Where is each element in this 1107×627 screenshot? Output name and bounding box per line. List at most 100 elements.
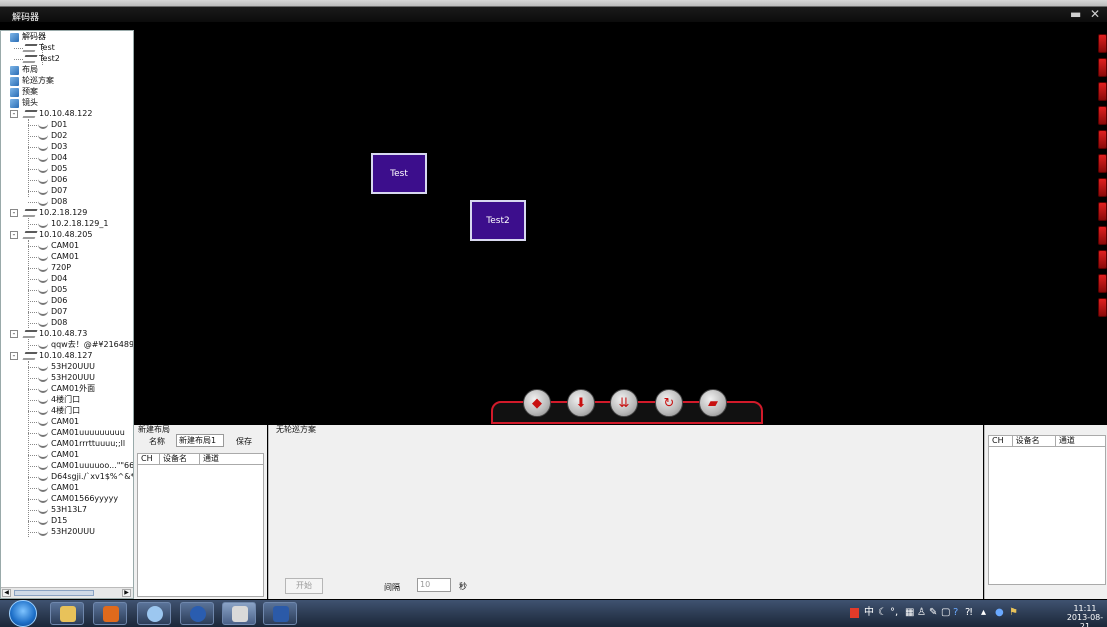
ime-punct-icon[interactable]: °,: [890, 608, 898, 618]
decoder-app-icon[interactable]: [222, 602, 256, 625]
network-status-icon[interactable]: ●: [995, 608, 1004, 618]
ime-tool-icon[interactable]: ✎: [929, 608, 937, 618]
tree-node[interactable]: 10.10.48.122: [22, 109, 92, 119]
red-tool-icon[interactable]: [1098, 154, 1107, 173]
tree-node[interactable]: D15: [38, 516, 67, 526]
close-icon[interactable]: ✕: [1090, 8, 1100, 20]
tree-node[interactable]: D08: [38, 318, 67, 328]
tree-node[interactable]: CAM01rrrttuuuu;;ll: [38, 439, 125, 449]
tree-node[interactable]: 4楼门口: [38, 395, 80, 405]
red-tool-icon[interactable]: [1098, 298, 1107, 317]
tree-node[interactable]: D05: [38, 285, 67, 295]
tree-node[interactable]: Test: [22, 43, 55, 53]
explorer-icon[interactable]: [50, 602, 84, 625]
media-player-icon[interactable]: [93, 602, 127, 625]
collapse-toggle-icon[interactable]: -: [10, 231, 18, 239]
tree-node[interactable]: D04: [38, 153, 67, 163]
tree-node[interactable]: CAM01: [38, 252, 79, 262]
ime-more-icon[interactable]: ⁈: [965, 608, 972, 618]
ime-moon-icon[interactable]: ☾: [878, 608, 887, 618]
layout-canvas[interactable]: Test Test2: [135, 30, 1087, 425]
tree-node[interactable]: D02: [38, 131, 67, 141]
tree-node[interactable]: D07: [38, 307, 67, 317]
tree-horizontal-scrollbar[interactable]: ◀ ▶: [1, 587, 133, 598]
tree-node[interactable]: CAM01: [38, 241, 79, 251]
collapse-toggle-icon[interactable]: -: [10, 352, 18, 360]
tree-node[interactable]: D06: [38, 296, 67, 306]
tree-node[interactable]: D08: [38, 197, 67, 207]
tree-node[interactable]: D06: [38, 175, 67, 185]
tree-node[interactable]: 53H20UUU: [38, 362, 95, 372]
tree-node[interactable]: D04: [38, 274, 67, 284]
scroll-right-icon[interactable]: ▶: [122, 589, 131, 597]
tree-node[interactable]: 53H13L7: [38, 505, 87, 515]
tree-node[interactable]: 4楼门口: [38, 406, 80, 416]
save-button[interactable]: 保存: [236, 437, 252, 447]
tree-node[interactable]: CAM01: [38, 450, 79, 460]
tree-node[interactable]: CAM01uuuuoo...""66yy: [38, 461, 133, 471]
tree-node[interactable]: 10.2.18.129: [22, 208, 87, 218]
red-tool-icon[interactable]: [1098, 226, 1107, 245]
ime-keyboard-icon[interactable]: ▦: [905, 608, 914, 618]
red-tool-icon[interactable]: [1098, 250, 1107, 269]
word-icon[interactable]: [263, 602, 297, 625]
tree-node[interactable]: D03: [38, 142, 67, 152]
interval-input[interactable]: 10: [417, 578, 451, 592]
flag-icon[interactable]: ⚑: [1009, 608, 1018, 618]
tree-node[interactable]: 10.10.48.73: [22, 329, 87, 339]
tree-node[interactable]: D05: [38, 164, 67, 174]
red-tool-icon[interactable]: [1098, 82, 1107, 101]
tree-node[interactable]: 镜头: [10, 98, 38, 108]
device-tree[interactable]: - - - - - 解码器 Test Test2 布局 轮巡方案 预案 镜头 10.10.48.122…: [0, 30, 134, 599]
tree-node[interactable]: D64sgji./`xv1$%^&*()I: [38, 472, 133, 482]
tree-node[interactable]: D07: [38, 186, 67, 196]
red-tool-icon[interactable]: [1098, 178, 1107, 197]
red-tool-icon[interactable]: [1098, 274, 1107, 293]
ime-zh-icon[interactable]: 中: [864, 608, 874, 618]
collapse-toggle-icon[interactable]: -: [10, 110, 18, 118]
tree-node[interactable]: CAM01uuuuuuuuu: [38, 428, 125, 438]
tree-node[interactable]: CAM01566yyyyy: [38, 494, 118, 504]
tree-node[interactable]: 10.2.18.129_1: [38, 219, 108, 229]
taskbar-clock[interactable]: 11:11 2013-08-21: [1063, 604, 1107, 627]
paint-icon[interactable]: [137, 602, 171, 625]
tree-node[interactable]: 轮巡方案: [10, 76, 54, 86]
collapse-toggle-icon[interactable]: -: [10, 209, 18, 217]
ime-screen-icon[interactable]: ▢: [941, 608, 950, 618]
tree-node[interactable]: D01: [38, 120, 67, 130]
refresh-icon[interactable]: ↻: [655, 389, 683, 417]
red-tool-icon[interactable]: [1098, 58, 1107, 77]
scroll-left-icon[interactable]: ◀: [2, 589, 11, 597]
layout-name-input[interactable]: 新建布局1: [176, 434, 224, 447]
ime-icon[interactable]: [850, 608, 859, 618]
eraser-icon[interactable]: ▰: [699, 389, 727, 417]
red-tool-icon[interactable]: [1098, 202, 1107, 221]
tour-channel-table-body[interactable]: [988, 447, 1106, 585]
tree-node[interactable]: 53H20UUU: [38, 373, 95, 383]
ime-help-icon[interactable]: ?: [953, 608, 958, 618]
tree-node[interactable]: 720P: [38, 263, 71, 273]
layout-tile-test[interactable]: Test: [371, 153, 427, 194]
scroll-thumb[interactable]: [14, 590, 94, 596]
ime-user-icon[interactable]: ♙: [917, 608, 926, 618]
download-icon[interactable]: ⬇: [567, 389, 595, 417]
tree-node[interactable]: CAM01: [38, 417, 79, 427]
tray-expand-icon[interactable]: ▴: [981, 608, 986, 618]
red-tool-icon[interactable]: [1098, 106, 1107, 125]
tree-node[interactable]: 10.10.48.127: [22, 351, 92, 361]
network-icon[interactable]: [180, 602, 214, 625]
layout-tile-test2[interactable]: Test2: [470, 200, 526, 241]
tree-node[interactable]: 布局: [10, 65, 38, 75]
collapse-toggle-icon[interactable]: -: [10, 330, 18, 338]
tree-node[interactable]: qqw去！@#¥216489: [38, 340, 133, 350]
tree-node[interactable]: 解码器: [10, 32, 46, 42]
tree-node[interactable]: Test2: [22, 54, 60, 64]
tree-node[interactable]: 53H20UUU: [38, 527, 95, 537]
red-tool-icon[interactable]: [1098, 34, 1107, 53]
tree-node[interactable]: CAM01外面: [38, 384, 95, 394]
restore-icon[interactable]: ▬: [1070, 8, 1081, 20]
tree-node[interactable]: 10.10.48.205: [22, 230, 92, 240]
erase-layout-icon[interactable]: ◆: [523, 389, 551, 417]
start-button[interactable]: 开始: [285, 578, 323, 594]
start-button-icon[interactable]: [9, 600, 37, 627]
